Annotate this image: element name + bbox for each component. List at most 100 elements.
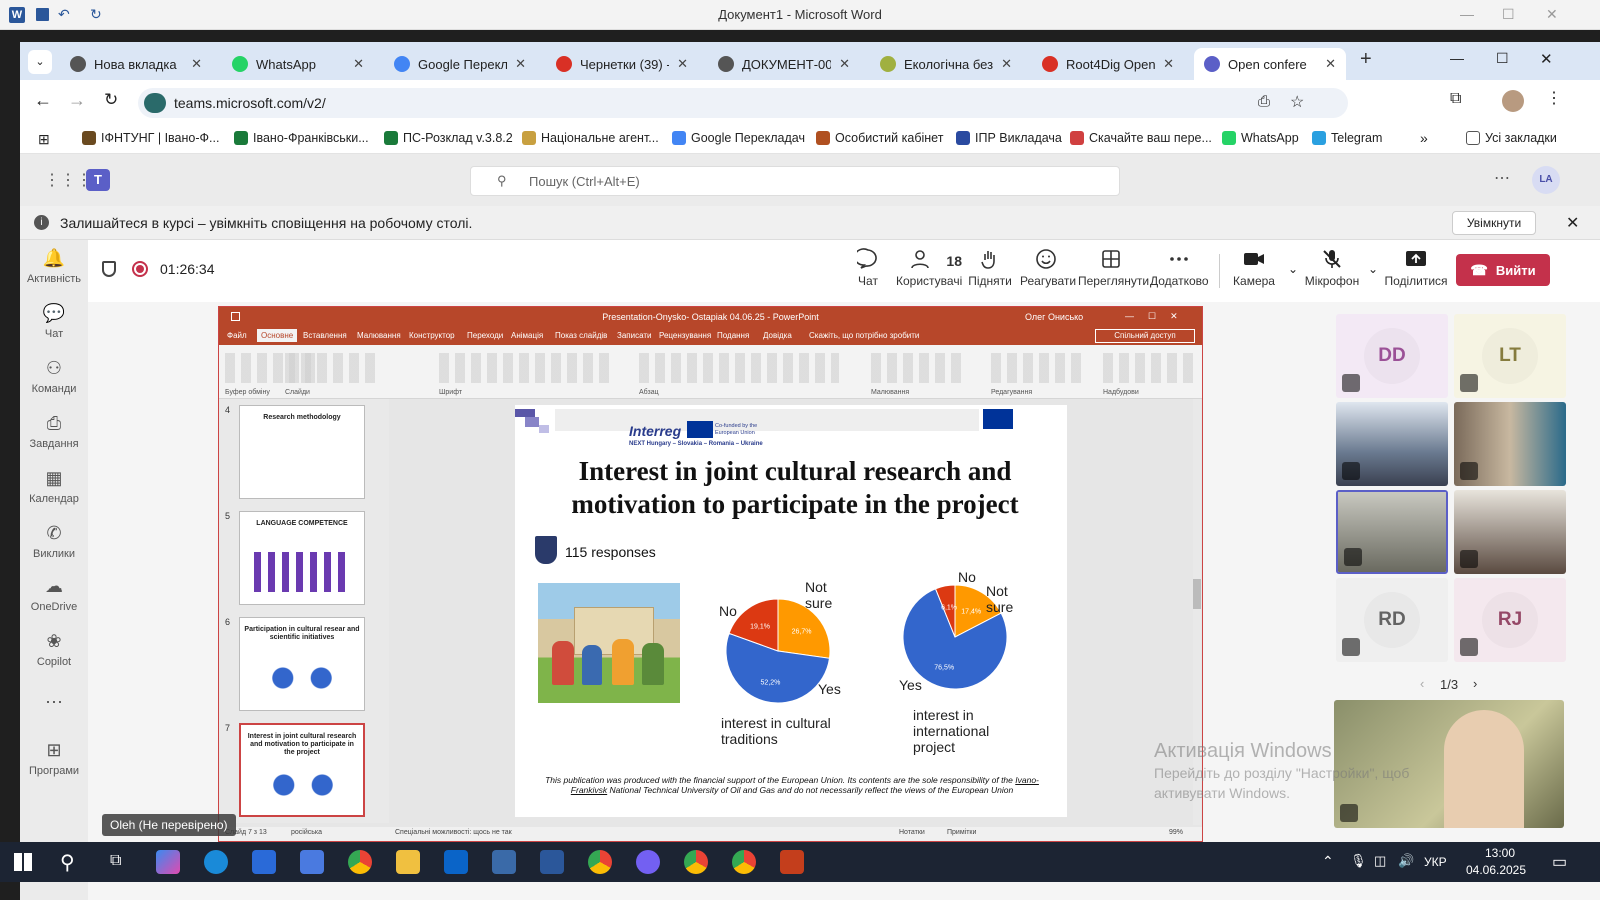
new-tab-icon[interactable]: +: [1360, 48, 1372, 71]
install-app-icon[interactable]: ⎙: [1258, 93, 1270, 110]
participant-tile[interactable]: RJ: [1454, 578, 1566, 662]
mic-tray-icon[interactable]: 🎙: [1350, 853, 1367, 869]
close-banner-icon[interactable]: ✕: [1566, 213, 1579, 233]
extensions-icon[interactable]: ⧉: [1450, 90, 1461, 108]
browser-tab[interactable]: WhatsApp ✕: [222, 48, 374, 80]
view-button[interactable]: Переглянути: [1078, 248, 1149, 288]
rail-item-calendar[interactable]: ▦ Календар: [20, 468, 88, 505]
search-box[interactable]: ⚲ Пошук (Ctrl+Alt+E): [470, 166, 1120, 196]
tab-close-icon[interactable]: ✕: [1001, 56, 1012, 72]
url-text[interactable]: teams.microsoft.com/v2/: [174, 95, 326, 111]
react-button[interactable]: Реагувати: [1020, 248, 1076, 288]
bookmark-star-icon[interactable]: ☆: [1290, 92, 1304, 112]
rail-item-calls[interactable]: ✆ Виклики: [20, 523, 88, 560]
browser-tab[interactable]: Google Перекла ✕: [384, 48, 536, 80]
rail-item-chat[interactable]: 💬 Чат: [20, 303, 88, 340]
word-taskbar-icon[interactable]: [540, 850, 564, 874]
share-button[interactable]: Поділитися: [1384, 248, 1448, 288]
outlook-taskbar-icon[interactable]: [444, 850, 468, 874]
explorer-taskbar-icon[interactable]: [396, 850, 420, 874]
start-icon[interactable]: [14, 853, 32, 871]
site-info-icon[interactable]: [144, 93, 166, 113]
bookmark-item[interactable]: Скачайте ваш пере...: [1070, 131, 1212, 145]
tab-close-icon[interactable]: ✕: [1163, 56, 1174, 72]
tab-close-icon[interactable]: ✕: [839, 56, 850, 72]
reload-icon[interactable]: ↻: [104, 90, 118, 110]
chrome3-taskbar-icon[interactable]: [684, 850, 708, 874]
close-icon[interactable]: ✕: [1546, 6, 1558, 23]
app-launcher-icon[interactable]: ⋮⋮⋮: [44, 170, 92, 190]
bookmark-item[interactable]: Google Перекладач: [672, 131, 805, 145]
chrome2-taskbar-icon[interactable]: [588, 850, 612, 874]
clock-time[interactable]: 13:00: [1470, 846, 1530, 860]
minimize-icon[interactable]: —: [1460, 6, 1474, 22]
profile-avatar[interactable]: [1502, 90, 1524, 112]
calculator-taskbar-icon[interactable]: [492, 850, 516, 874]
bookmark-item[interactable]: Національне агент...: [522, 131, 659, 145]
participant-video-tile[interactable]: [1454, 490, 1566, 574]
bookmark-item[interactable]: Telegram: [1312, 131, 1382, 145]
maximize-icon[interactable]: ☐: [1502, 6, 1515, 23]
more-button[interactable]: Додатково: [1150, 248, 1209, 288]
tab-close-icon[interactable]: ✕: [353, 56, 364, 72]
rail-more-icon[interactable]: ⋯: [20, 692, 88, 713]
minimize-icon[interactable]: —: [1450, 50, 1464, 66]
floppy-taskbar-icon[interactable]: [300, 850, 324, 874]
edge-taskbar-icon[interactable]: [204, 850, 228, 874]
bookmark-item[interactable]: ІФНТУНГ | Івано-Ф...: [82, 131, 219, 145]
rail-item-onedrive[interactable]: ☁ OneDrive: [20, 576, 88, 613]
tab-close-icon[interactable]: ✕: [1325, 56, 1336, 72]
chrome-taskbar-icon[interactable]: [348, 850, 372, 874]
tab-list-icon[interactable]: ⌄: [28, 50, 52, 74]
participant-tile[interactable]: DD: [1336, 314, 1448, 398]
camera-options-chevron-icon[interactable]: ⌄: [1288, 262, 1298, 276]
bookmark-item[interactable]: WhatsApp: [1222, 131, 1299, 145]
rail-item-bell[interactable]: 🔔 Активність: [20, 248, 88, 285]
search-icon[interactable]: ⚲: [60, 850, 75, 875]
people-button[interactable]: 18 Користувачі: [896, 248, 962, 288]
browser-tab[interactable]: Чернетки (39) - І ✕: [546, 48, 698, 80]
page-prev-icon[interactable]: ‹: [1420, 676, 1424, 691]
network-icon[interactable]: ◫: [1374, 853, 1386, 869]
clock-date[interactable]: 04.06.2025: [1456, 863, 1536, 877]
browser-tab[interactable]: Open confere ✕: [1194, 48, 1346, 80]
omnibox[interactable]: teams.microsoft.com/v2/ ⎙ ☆: [138, 88, 1348, 118]
enable-notifications-button[interactable]: Увімкнути: [1452, 211, 1536, 235]
user-avatar[interactable]: LA: [1532, 166, 1560, 194]
browser-tab[interactable]: Екологічна безпе ✕: [870, 48, 1022, 80]
bookmark-item[interactable]: ІПР Викладача: [956, 131, 1062, 145]
more-options-icon[interactable]: ⋯: [1494, 168, 1510, 188]
mic-options-chevron-icon[interactable]: ⌄: [1368, 262, 1378, 276]
camera-button[interactable]: Камера: [1228, 248, 1280, 288]
powerpoint-taskbar-icon[interactable]: [780, 850, 804, 874]
bookmark-item[interactable]: Особистий кабінет: [816, 131, 943, 145]
mic-button[interactable]: Мікрофон: [1304, 248, 1360, 288]
back-icon[interactable]: ←: [34, 90, 52, 111]
store-taskbar-icon[interactable]: [252, 850, 276, 874]
volume-icon[interactable]: 🔊: [1398, 853, 1414, 869]
participant-video-tile[interactable]: [1336, 402, 1448, 486]
participant-video-tile[interactable]: [1454, 402, 1566, 486]
chat-button[interactable]: Чат: [848, 248, 888, 288]
tab-close-icon[interactable]: ✕: [515, 56, 526, 72]
all-bookmarks[interactable]: Усі закладки: [1466, 131, 1557, 145]
browser-tab[interactable]: Root4Dig Open C ✕: [1032, 48, 1184, 80]
viber-taskbar-icon[interactable]: [636, 850, 660, 874]
leave-button[interactable]: ☎ Вийти: [1456, 254, 1550, 286]
page-next-icon[interactable]: ›: [1473, 676, 1477, 691]
forward-icon[interactable]: →: [68, 90, 86, 111]
chrome4-taskbar-icon[interactable]: [732, 850, 756, 874]
maximize-icon[interactable]: ☐: [1496, 50, 1509, 67]
notifications-icon[interactable]: ▭: [1552, 852, 1567, 872]
more-bookmarks-icon[interactable]: »: [1420, 130, 1428, 146]
browser-tab[interactable]: ДОКУМЕНТ-001 (✕: [708, 48, 860, 80]
raise-hand-button[interactable]: Підняти: [968, 248, 1012, 288]
task-view-icon[interactable]: ⧉: [110, 852, 121, 870]
participant-video-tile[interactable]: [1336, 490, 1448, 574]
rail-item-apps[interactable]: ⊞ Програми: [20, 740, 88, 777]
menu-icon[interactable]: ⋮: [1546, 88, 1562, 108]
tab-close-icon[interactable]: ✕: [191, 56, 202, 72]
tray-chevron-icon[interactable]: ⌃: [1322, 853, 1334, 870]
bookmark-item[interactable]: Івано-Франківськи...: [234, 131, 369, 145]
tab-close-icon[interactable]: ✕: [677, 56, 688, 72]
